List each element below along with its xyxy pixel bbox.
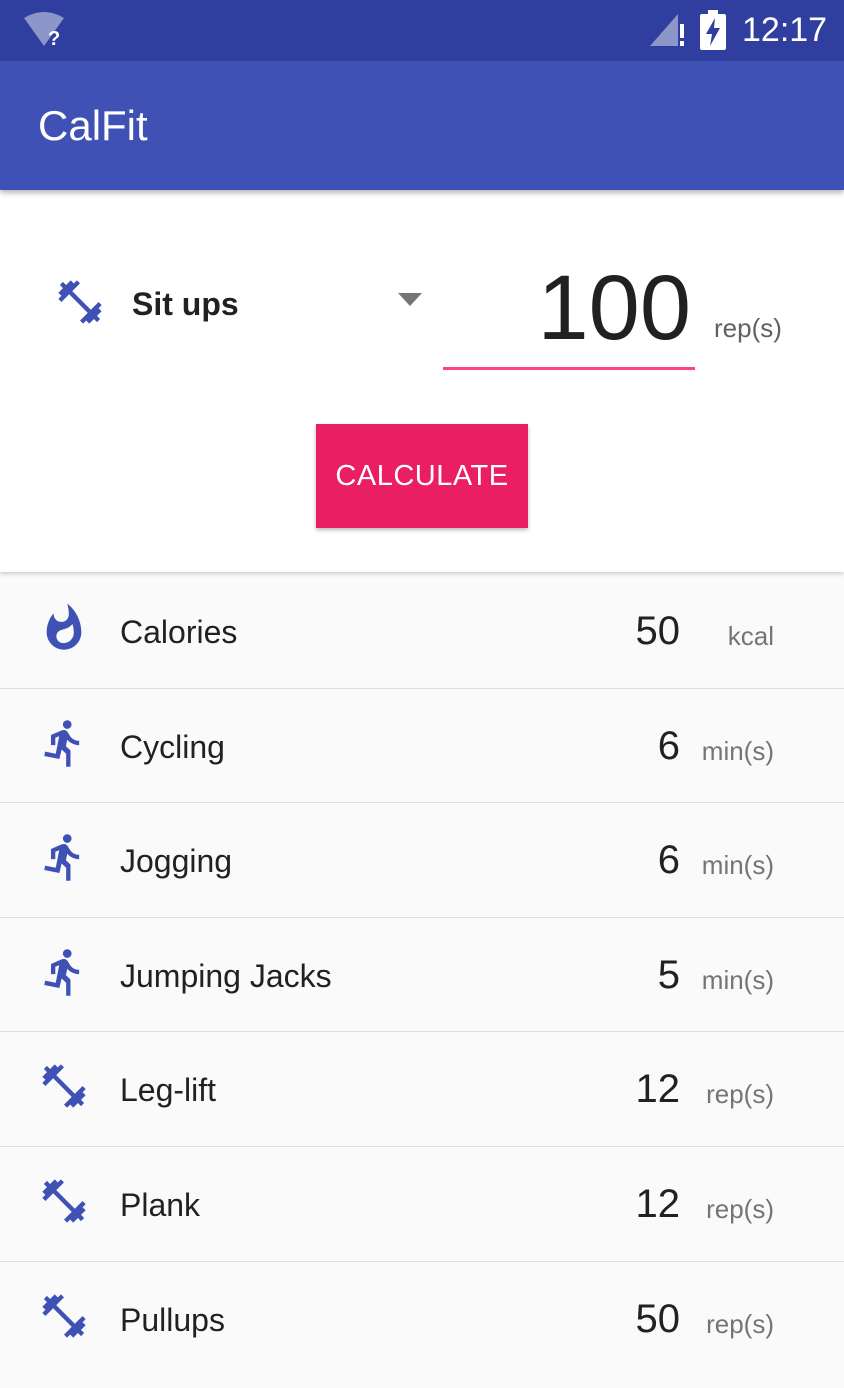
result-row-calories: Calories 50 kcal bbox=[0, 574, 844, 689]
result-label: Cycling bbox=[120, 728, 225, 765]
result-label: Pullups bbox=[120, 1301, 225, 1338]
reps-input[interactable]: 100 bbox=[443, 250, 695, 370]
runner-icon bbox=[44, 719, 80, 767]
result-label: Jumping Jacks bbox=[120, 957, 332, 994]
result-unit: rep(s) bbox=[706, 1079, 774, 1110]
result-value: 50 bbox=[635, 609, 681, 653]
wifi-icon: ? bbox=[24, 12, 64, 48]
app-title: CalFit bbox=[38, 102, 148, 149]
dropdown-arrow-icon bbox=[398, 293, 422, 306]
result-label: Jogging bbox=[120, 843, 233, 880]
result-unit: rep(s) bbox=[706, 1193, 774, 1224]
input-card: Sit ups 100 rep(s) CALCULATE bbox=[0, 190, 844, 572]
result-label: Calories bbox=[120, 614, 238, 650]
result-value: 12 bbox=[635, 1067, 681, 1112]
status-time: 12:17 bbox=[742, 11, 828, 49]
status-bar: ? 12:17 bbox=[0, 0, 844, 61]
flame-icon bbox=[46, 603, 82, 650]
app-bar: CalFit bbox=[0, 61, 844, 190]
dumbbell-icon bbox=[42, 1293, 86, 1338]
dumbbell-icon bbox=[58, 280, 102, 324]
result-row-jogging: Jogging 6 min(s) bbox=[0, 803, 844, 918]
result-value: 12 bbox=[635, 1181, 681, 1226]
exercise-spinner[interactable]: Sit ups bbox=[40, 260, 440, 350]
result-value: 6 bbox=[657, 723, 680, 768]
result-row-cycling: Cycling 6 min(s) bbox=[0, 688, 844, 804]
result-value: 50 bbox=[635, 1296, 681, 1341]
result-unit: min(s) bbox=[701, 850, 774, 881]
runner-icon bbox=[44, 948, 80, 996]
calculate-button[interactable]: CALCULATE bbox=[316, 424, 528, 528]
result-row-jumping-jacks: Jumping Jacks 5 min(s) bbox=[0, 917, 844, 1033]
results-list: Calories 50 kcal Cycling 6 min(s) Jogging 6 min(… bbox=[0, 574, 844, 1377]
exercise-spinner-label: Sit ups bbox=[132, 286, 239, 322]
result-row-pullups: Pullups 50 rep(s) bbox=[0, 1261, 844, 1377]
wifi-badge: ? bbox=[48, 28, 60, 48]
runner-icon bbox=[44, 834, 80, 881]
result-unit: min(s) bbox=[701, 735, 774, 766]
reps-unit-label: rep(s) bbox=[714, 313, 782, 343]
dumbbell-icon bbox=[42, 1064, 86, 1109]
result-value: 6 bbox=[657, 838, 680, 883]
reps-input-underline bbox=[443, 367, 695, 370]
result-value: 5 bbox=[657, 952, 680, 997]
result-unit: kcal bbox=[727, 621, 774, 651]
result-unit: min(s) bbox=[701, 964, 774, 995]
reps-input-value: 100 bbox=[537, 257, 692, 359]
battery-charging-icon bbox=[700, 10, 726, 50]
result-row-plank: Plank 12 rep(s) bbox=[0, 1146, 844, 1262]
result-row-leg-lift: Leg-lift 12 rep(s) bbox=[0, 1032, 844, 1147]
result-label: Plank bbox=[120, 1186, 201, 1223]
result-label: Leg-lift bbox=[120, 1072, 217, 1109]
result-unit: rep(s) bbox=[706, 1308, 774, 1339]
signal-icon bbox=[650, 14, 684, 46]
dumbbell-icon bbox=[42, 1179, 86, 1223]
